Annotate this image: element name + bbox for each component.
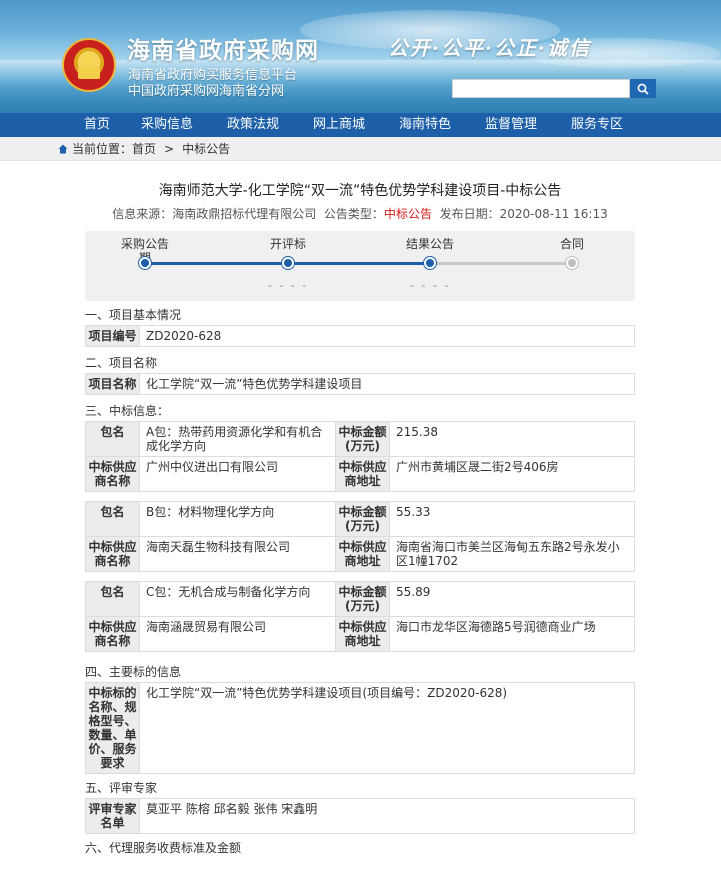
package-label: 包名 [85, 501, 140, 537]
section-basic-info-title: 一、项目基本情况 [85, 308, 182, 322]
nav-item-procurement-info[interactable]: 采购信息 [124, 113, 210, 137]
nav-item-online-mall[interactable]: 网上商城 [296, 113, 382, 137]
breadcrumb-separator: > [164, 141, 175, 156]
nav-item-policies[interactable]: 政策法规 [210, 113, 296, 137]
address-label: 中标供应商地址 [335, 536, 390, 572]
address-label: 中标供应商地址 [335, 616, 390, 652]
nav-item-service-zone[interactable]: 服务专区 [554, 113, 640, 137]
main-items-value: 化工学院“双一流”特色优势学科建设项目(项目编号：ZD2020-628) [139, 682, 635, 774]
package-label: 包名 [85, 581, 140, 617]
supplier-label: 中标供应商名称 [85, 616, 140, 652]
package-name: C包：无机合成与制备化学方向 [139, 581, 336, 617]
amount-label: 中标金额(万元) [335, 421, 390, 457]
procurement-progress: 采购公告期 开评标 结果公告 合同 - - - - - - - - [85, 231, 635, 301]
award-package-a: 包名 A包：热带药用资源化学和有机合成化学方向 中标金额(万元) 215.38 … [85, 421, 635, 492]
progress-step-4-dot [566, 257, 578, 269]
experts-value: 莫亚平 陈榕 邱名毅 张伟 宋鑫明 [139, 798, 635, 834]
main-items-table: 中标标的名称、规格型号、数量、单价、服务要求 化工学院“双一流”特色优势学科建设… [85, 682, 635, 774]
main-nav: 首页 采购信息 政策法规 网上商城 海南特色 监督管理 服务专区 [0, 113, 721, 137]
meta-date: 发布日期：2020-08-11 16:13 [439, 207, 608, 221]
progress-step-2-label: 开评标 [269, 237, 306, 251]
project-name-table: 项目名称 化工学院“双一流”特色优势学科建设项目 [85, 373, 635, 395]
national-emblem-icon: ★ [62, 38, 116, 92]
meta-source: 信息来源：海南政鼎招标代理有限公司 [112, 207, 317, 221]
progress-step-2-dash: - - - - [268, 279, 309, 292]
project-number-label: 项目编号 [85, 325, 140, 347]
package-name: B包：材料物理化学方向 [139, 501, 336, 537]
award-amount: 215.38 [389, 421, 635, 457]
section-project-name-title: 二、项目名称 [85, 356, 158, 370]
address-label: 中标供应商地址 [335, 456, 390, 492]
site-title[interactable]: 海南省政府采购网 [127, 31, 319, 65]
amount-label: 中标金额(万元) [335, 581, 390, 617]
meta-type-label: 公告类型： [323, 207, 384, 221]
progress-step-1-dot [139, 257, 151, 269]
breadcrumb-home[interactable]: 当前位置：首页 [72, 140, 156, 157]
breadcrumb-current[interactable]: 中标公告 [182, 140, 230, 157]
article-meta: 信息来源：海南政鼎招标代理有限公司 公告类型：中标公告 发布日期：2020-08… [85, 205, 635, 223]
progress-step-3-label: 结果公告 [405, 237, 454, 251]
package-label: 包名 [85, 421, 140, 457]
home-icon [58, 144, 68, 153]
supplier-address: 广州市黄埔区晟二街2号406房 [389, 456, 635, 492]
meta-type-value: 中标公告 [383, 207, 432, 221]
progress-step-2-dot [282, 257, 294, 269]
breadcrumb: 当前位置：首页 > 中标公告 [0, 137, 721, 161]
article-title: 海南师范大学-化工学院“双一流”特色优势学科建设项目-中标公告 [158, 183, 562, 199]
search-icon [637, 83, 649, 95]
package-name: A包：热带药用资源化学和有机合成化学方向 [139, 421, 336, 457]
progress-step-3-dash: - - - - [410, 279, 451, 292]
award-amount: 55.33 [389, 501, 635, 537]
supplier-label: 中标供应商名称 [85, 536, 140, 572]
supplier-name: 广州中仪进出口有限公司 [139, 456, 336, 492]
supplier-label: 中标供应商名称 [85, 456, 140, 492]
supplier-address: 海口市龙华区海德路5号润德商业广场 [389, 616, 635, 652]
progress-step-4-label: 合同 [559, 237, 584, 251]
section-award-info-title: 三、中标信息： [85, 404, 170, 418]
progress-step-3-dot [424, 257, 436, 269]
site-subtitle-2: 中国政府采购网海南省分网 [128, 84, 285, 99]
main-items-label: 中标标的名称、规格型号、数量、单价、服务要求 [85, 682, 140, 774]
section-agency-fee-title: 六、代理服务收费标准及金额 [85, 841, 242, 855]
project-number-value: ZD2020-628 [139, 325, 635, 347]
award-package-c: 包名 C包：无机合成与制备化学方向 中标金额(万元) 55.89 中标供应商名称… [85, 581, 635, 652]
nav-item-hainan-features[interactable]: 海南特色 [382, 113, 468, 137]
award-package-b: 包名 B包：材料物理化学方向 中标金额(万元) 55.33 中标供应商名称 海南… [85, 501, 635, 572]
experts-table: 评审专家名单 莫亚平 陈榕 邱名毅 张伟 宋鑫明 [85, 798, 635, 834]
search-input[interactable] [452, 79, 630, 98]
supplier-name: 海南涵晟贸易有限公司 [139, 616, 336, 652]
experts-label: 评审专家名单 [85, 798, 140, 834]
nav-item-home[interactable]: 首页 [70, 113, 124, 137]
award-amount: 55.89 [389, 581, 635, 617]
nav-item-supervision[interactable]: 监督管理 [468, 113, 554, 137]
search-button[interactable] [630, 79, 656, 98]
project-name-label: 项目名称 [85, 373, 140, 395]
project-number-table: 项目编号 ZD2020-628 [85, 325, 635, 347]
amount-label: 中标金额(万元) [335, 501, 390, 537]
section-main-items-title: 四、主要标的信息 [85, 665, 182, 679]
slogan: 公开·公平·公正·诚信 [388, 36, 591, 60]
project-name-value: 化工学院“双一流”特色优势学科建设项目 [139, 373, 635, 395]
header-banner: ★ 海南省政府采购网 海南省政府购买服务信息平台 中国政府采购网海南省分网 公开… [0, 0, 721, 113]
supplier-address: 海南省海口市美兰区海甸五东路2号永发小区1幢1702 [389, 536, 635, 572]
article: 海南师范大学-化工学院“双一流”特色优势学科建设项目-中标公告 信息来源：海南政… [85, 180, 635, 858]
supplier-name: 海南天磊生物科技有限公司 [139, 536, 336, 572]
section-experts-title: 五、评审专家 [85, 781, 158, 795]
